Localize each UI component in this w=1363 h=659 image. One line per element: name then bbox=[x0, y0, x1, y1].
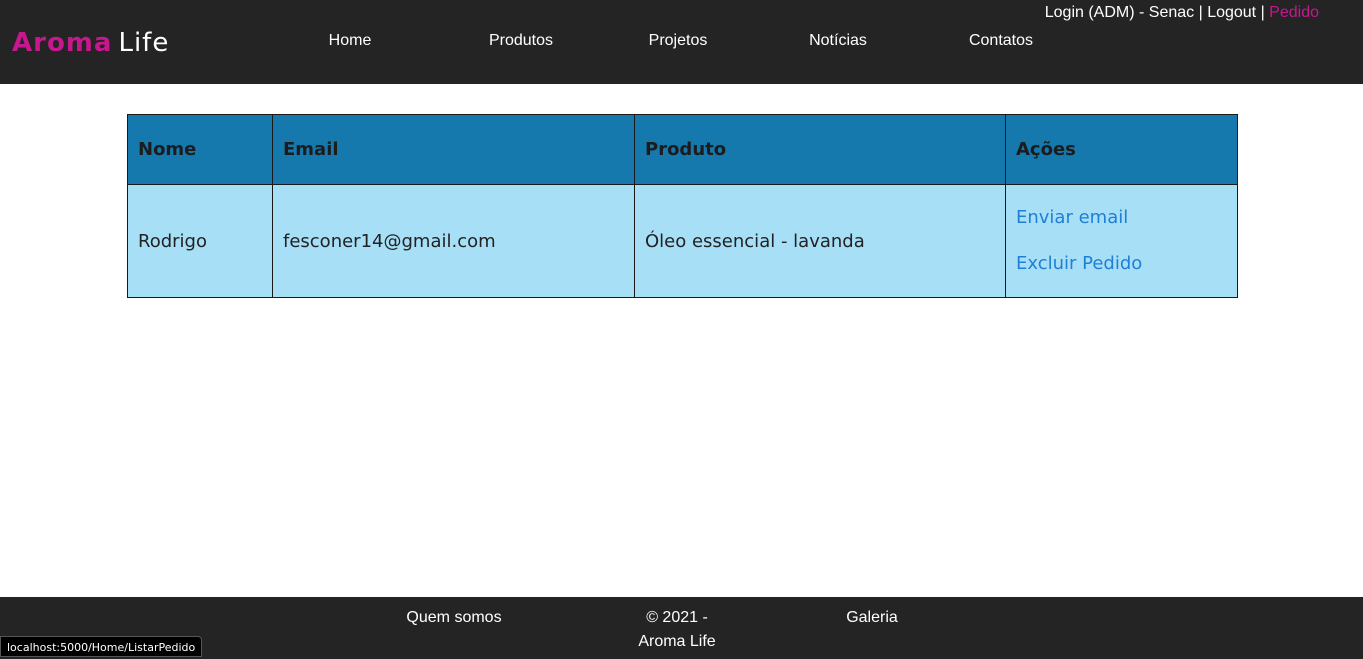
column-header-nome: Nome bbox=[127, 114, 273, 185]
browser-status-bar: localhost:5000/Home/ListarPedido bbox=[0, 636, 203, 657]
footer-copyright-line1: © 2021 - bbox=[646, 609, 708, 626]
footer-copyright-line2: Aroma Life bbox=[638, 633, 716, 650]
user-bar: Login (ADM) - Senac | Logout | Pedido bbox=[1045, 2, 1319, 24]
login-status: Login (ADM) - Senac bbox=[1044, 4, 1195, 21]
separator: | bbox=[1194, 4, 1208, 21]
cell-email: fesconer14@gmail.com bbox=[272, 184, 635, 298]
nav-produtos[interactable]: Produtos bbox=[489, 30, 553, 52]
table-header-row: Nome Email Produto Ações bbox=[127, 114, 1238, 185]
logo-brand: Aroma bbox=[12, 28, 113, 58]
separator: | bbox=[1256, 4, 1270, 21]
send-email-link[interactable]: Enviar email bbox=[1016, 207, 1227, 229]
logout-link[interactable]: Logout bbox=[1207, 4, 1256, 21]
orders-table-container: Nome Email Produto Ações Rodrigo fescone… bbox=[127, 114, 1238, 298]
nav-projetos[interactable]: Projetos bbox=[649, 30, 708, 52]
column-header-produto: Produto bbox=[634, 114, 1006, 185]
column-header-email: Email bbox=[272, 114, 635, 185]
table-row: Rodrigo fesconer14@gmail.com Óleo essenc… bbox=[127, 184, 1238, 298]
site-footer: Quem somos © 2021 - Aroma Life Galeria bbox=[0, 597, 1363, 659]
logo-rest: Life bbox=[118, 28, 170, 58]
pedido-link[interactable]: Pedido bbox=[1269, 4, 1319, 21]
cell-nome: Rodrigo bbox=[127, 184, 273, 298]
cell-acoes: Enviar email Excluir Pedido bbox=[1005, 184, 1238, 298]
logo[interactable]: Aroma Life bbox=[12, 26, 169, 60]
footer-galeria-link[interactable]: Galeria bbox=[846, 606, 898, 630]
delete-order-link[interactable]: Excluir Pedido bbox=[1016, 253, 1227, 275]
site-header: Aroma Life Home Produtos Projetos Notícia… bbox=[0, 0, 1363, 84]
nav-contatos[interactable]: Contatos bbox=[969, 30, 1033, 52]
column-header-acoes: Ações bbox=[1005, 114, 1238, 185]
orders-table: Nome Email Produto Ações Rodrigo fescone… bbox=[127, 114, 1238, 298]
nav-noticias[interactable]: Notícias bbox=[809, 30, 867, 52]
nav-home[interactable]: Home bbox=[329, 30, 372, 52]
footer-quem-somos-link[interactable]: Quem somos bbox=[406, 606, 501, 630]
cell-produto: Óleo essencial - lavanda bbox=[634, 184, 1006, 298]
